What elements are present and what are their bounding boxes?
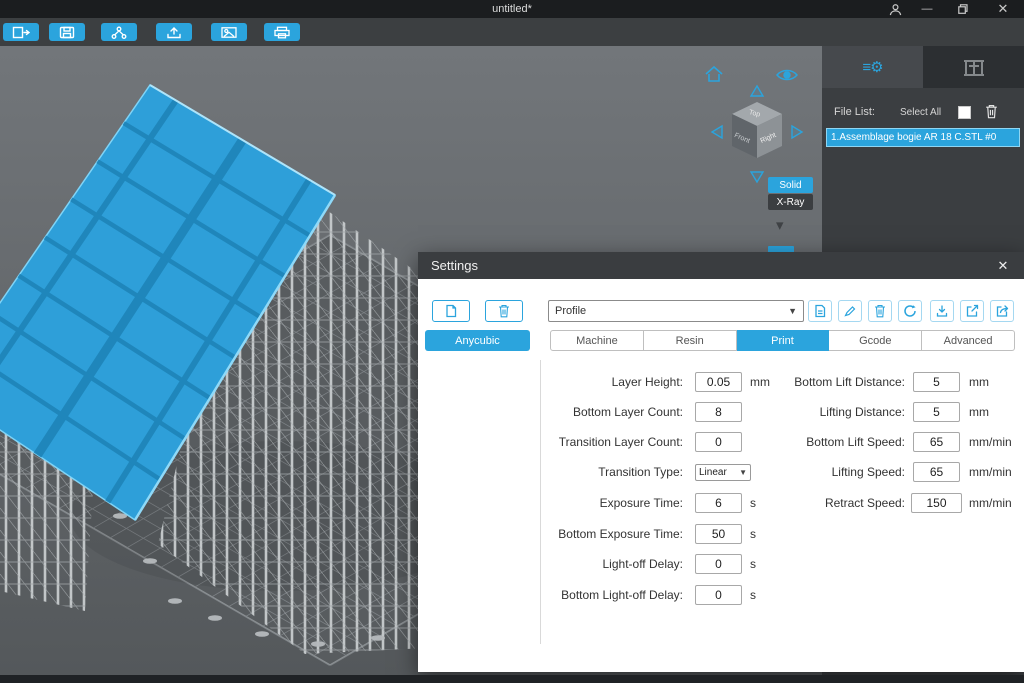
field-label: Lifting Speed: xyxy=(831,465,905,479)
printer-pillars-icon xyxy=(963,60,984,76)
new-profile-button[interactable] xyxy=(432,300,470,322)
import-profile-button[interactable] xyxy=(930,300,954,322)
account-icon[interactable] xyxy=(884,0,906,18)
new-document-icon xyxy=(446,304,457,318)
import-icon xyxy=(936,305,948,317)
bottom-lift-speed-input[interactable] xyxy=(913,432,960,452)
field-label: Layer Height: xyxy=(611,375,683,389)
field-label: Bottom Lift Distance: xyxy=(794,375,905,389)
list-gear-icon: ≡⚙ xyxy=(862,59,883,76)
slice-upload-button[interactable] xyxy=(156,23,192,41)
settings-close-button[interactable]: ✕ xyxy=(992,252,1014,279)
tab-resin[interactable]: Resin xyxy=(643,330,737,351)
xray-view-button[interactable]: X-Ray xyxy=(768,194,813,210)
bottom-lift-distance-input[interactable] xyxy=(913,372,960,392)
maximize-button[interactable] xyxy=(952,0,974,18)
delete-files-icon[interactable] xyxy=(985,104,998,124)
field-unit: s xyxy=(750,527,756,541)
tab-gcode[interactable]: Gcode xyxy=(829,330,923,351)
field-label: Exposure Time: xyxy=(599,496,683,510)
tab-print[interactable]: Print xyxy=(736,330,830,351)
lifting-distance-input[interactable] xyxy=(913,402,960,422)
field-label: Transition Layer Count: xyxy=(558,435,683,449)
refresh-profile-button[interactable] xyxy=(898,300,922,322)
pencil-icon xyxy=(844,306,856,317)
field-unit: mm/min xyxy=(969,496,1012,510)
chevron-down-icon[interactable]: ▾ xyxy=(776,216,784,234)
open-file-button[interactable] xyxy=(3,23,39,41)
panel-tab-settings[interactable]: ≡⚙ xyxy=(822,46,923,88)
share-profile-button[interactable] xyxy=(990,300,1014,322)
save-file-button[interactable] xyxy=(49,23,85,41)
export-profile-button[interactable] xyxy=(960,300,984,322)
refresh-icon xyxy=(904,305,916,317)
settings-tabs: Machine Resin Print Gcode Advanced xyxy=(550,330,1015,351)
file-list-label: File List: xyxy=(834,106,875,118)
rotate-down-arrow xyxy=(749,171,765,184)
settings-dialog: Settings ✕ Profile ▼ Anycubic Machine Re… xyxy=(418,252,1024,672)
document-icon xyxy=(815,304,826,318)
field-label: Transition Type: xyxy=(598,465,683,479)
print-button[interactable] xyxy=(264,23,300,41)
close-window-button[interactable]: ✕ xyxy=(992,0,1014,18)
trash-icon xyxy=(875,304,885,318)
field-unit: s xyxy=(750,557,756,571)
field-label: Retract Speed: xyxy=(824,496,905,510)
bottom-bar xyxy=(0,675,1024,683)
chevron-down-icon: ▼ xyxy=(788,306,797,316)
rotate-left-arrow xyxy=(710,124,723,140)
save-profile-button[interactable] xyxy=(808,300,832,322)
select-all-checkbox[interactable] xyxy=(958,106,971,119)
select-all-label: Select All xyxy=(900,107,942,118)
tab-advanced[interactable]: Advanced xyxy=(922,330,1015,351)
rename-profile-button[interactable] xyxy=(838,300,862,322)
panel-tab-printer[interactable] xyxy=(923,46,1024,88)
solid-view-button[interactable]: Solid xyxy=(768,177,813,193)
window-title: untitled* xyxy=(492,3,532,15)
trash-icon xyxy=(499,304,509,318)
share-icon xyxy=(996,305,1009,317)
export-icon xyxy=(966,304,979,317)
add-support-button[interactable] xyxy=(101,23,137,41)
field-unit: mm xyxy=(969,375,989,389)
main-toolbar xyxy=(0,18,1024,46)
brand-anycubic-button[interactable]: Anycubic xyxy=(425,330,530,351)
screenshot-button[interactable] xyxy=(211,23,247,41)
delete-profile-entry-button[interactable] xyxy=(868,300,892,322)
field-unit: mm/min xyxy=(969,465,1012,479)
field-unit: mm/min xyxy=(969,435,1012,449)
field-unit: s xyxy=(750,588,756,602)
file-list-item[interactable]: 1.Assemblage bogie AR 18 C.STL #0 xyxy=(826,128,1020,147)
titlebar: untitled* — ✕ xyxy=(0,0,1024,18)
delete-profile-button[interactable] xyxy=(485,300,523,322)
field-label: Bottom Exposure Time: xyxy=(558,527,683,541)
retract-speed-input[interactable] xyxy=(911,493,962,513)
field-label: Bottom Lift Speed: xyxy=(806,435,905,449)
settings-dialog-title: Settings xyxy=(418,252,1024,279)
rotate-right-arrow xyxy=(791,124,804,140)
light-off-delay-input[interactable] xyxy=(695,554,742,574)
profile-select[interactable]: Profile ▼ xyxy=(548,300,804,322)
bottom-light-off-delay-input[interactable] xyxy=(695,585,742,605)
rotate-up-arrow xyxy=(749,84,765,97)
lifting-speed-input[interactable] xyxy=(913,462,960,482)
bottom-exposure-time-input[interactable] xyxy=(695,524,742,544)
field-unit: mm xyxy=(969,405,989,419)
field-label: Bottom Light-off Delay: xyxy=(561,588,683,602)
profile-select-value: Profile xyxy=(555,305,587,317)
field-label: Bottom Layer Count: xyxy=(572,405,683,419)
minimize-button[interactable]: — xyxy=(916,0,938,18)
field-label: Lifting Distance: xyxy=(819,405,905,419)
field-label: Light-off Delay: xyxy=(602,557,684,571)
tab-machine[interactable]: Machine xyxy=(550,330,644,351)
